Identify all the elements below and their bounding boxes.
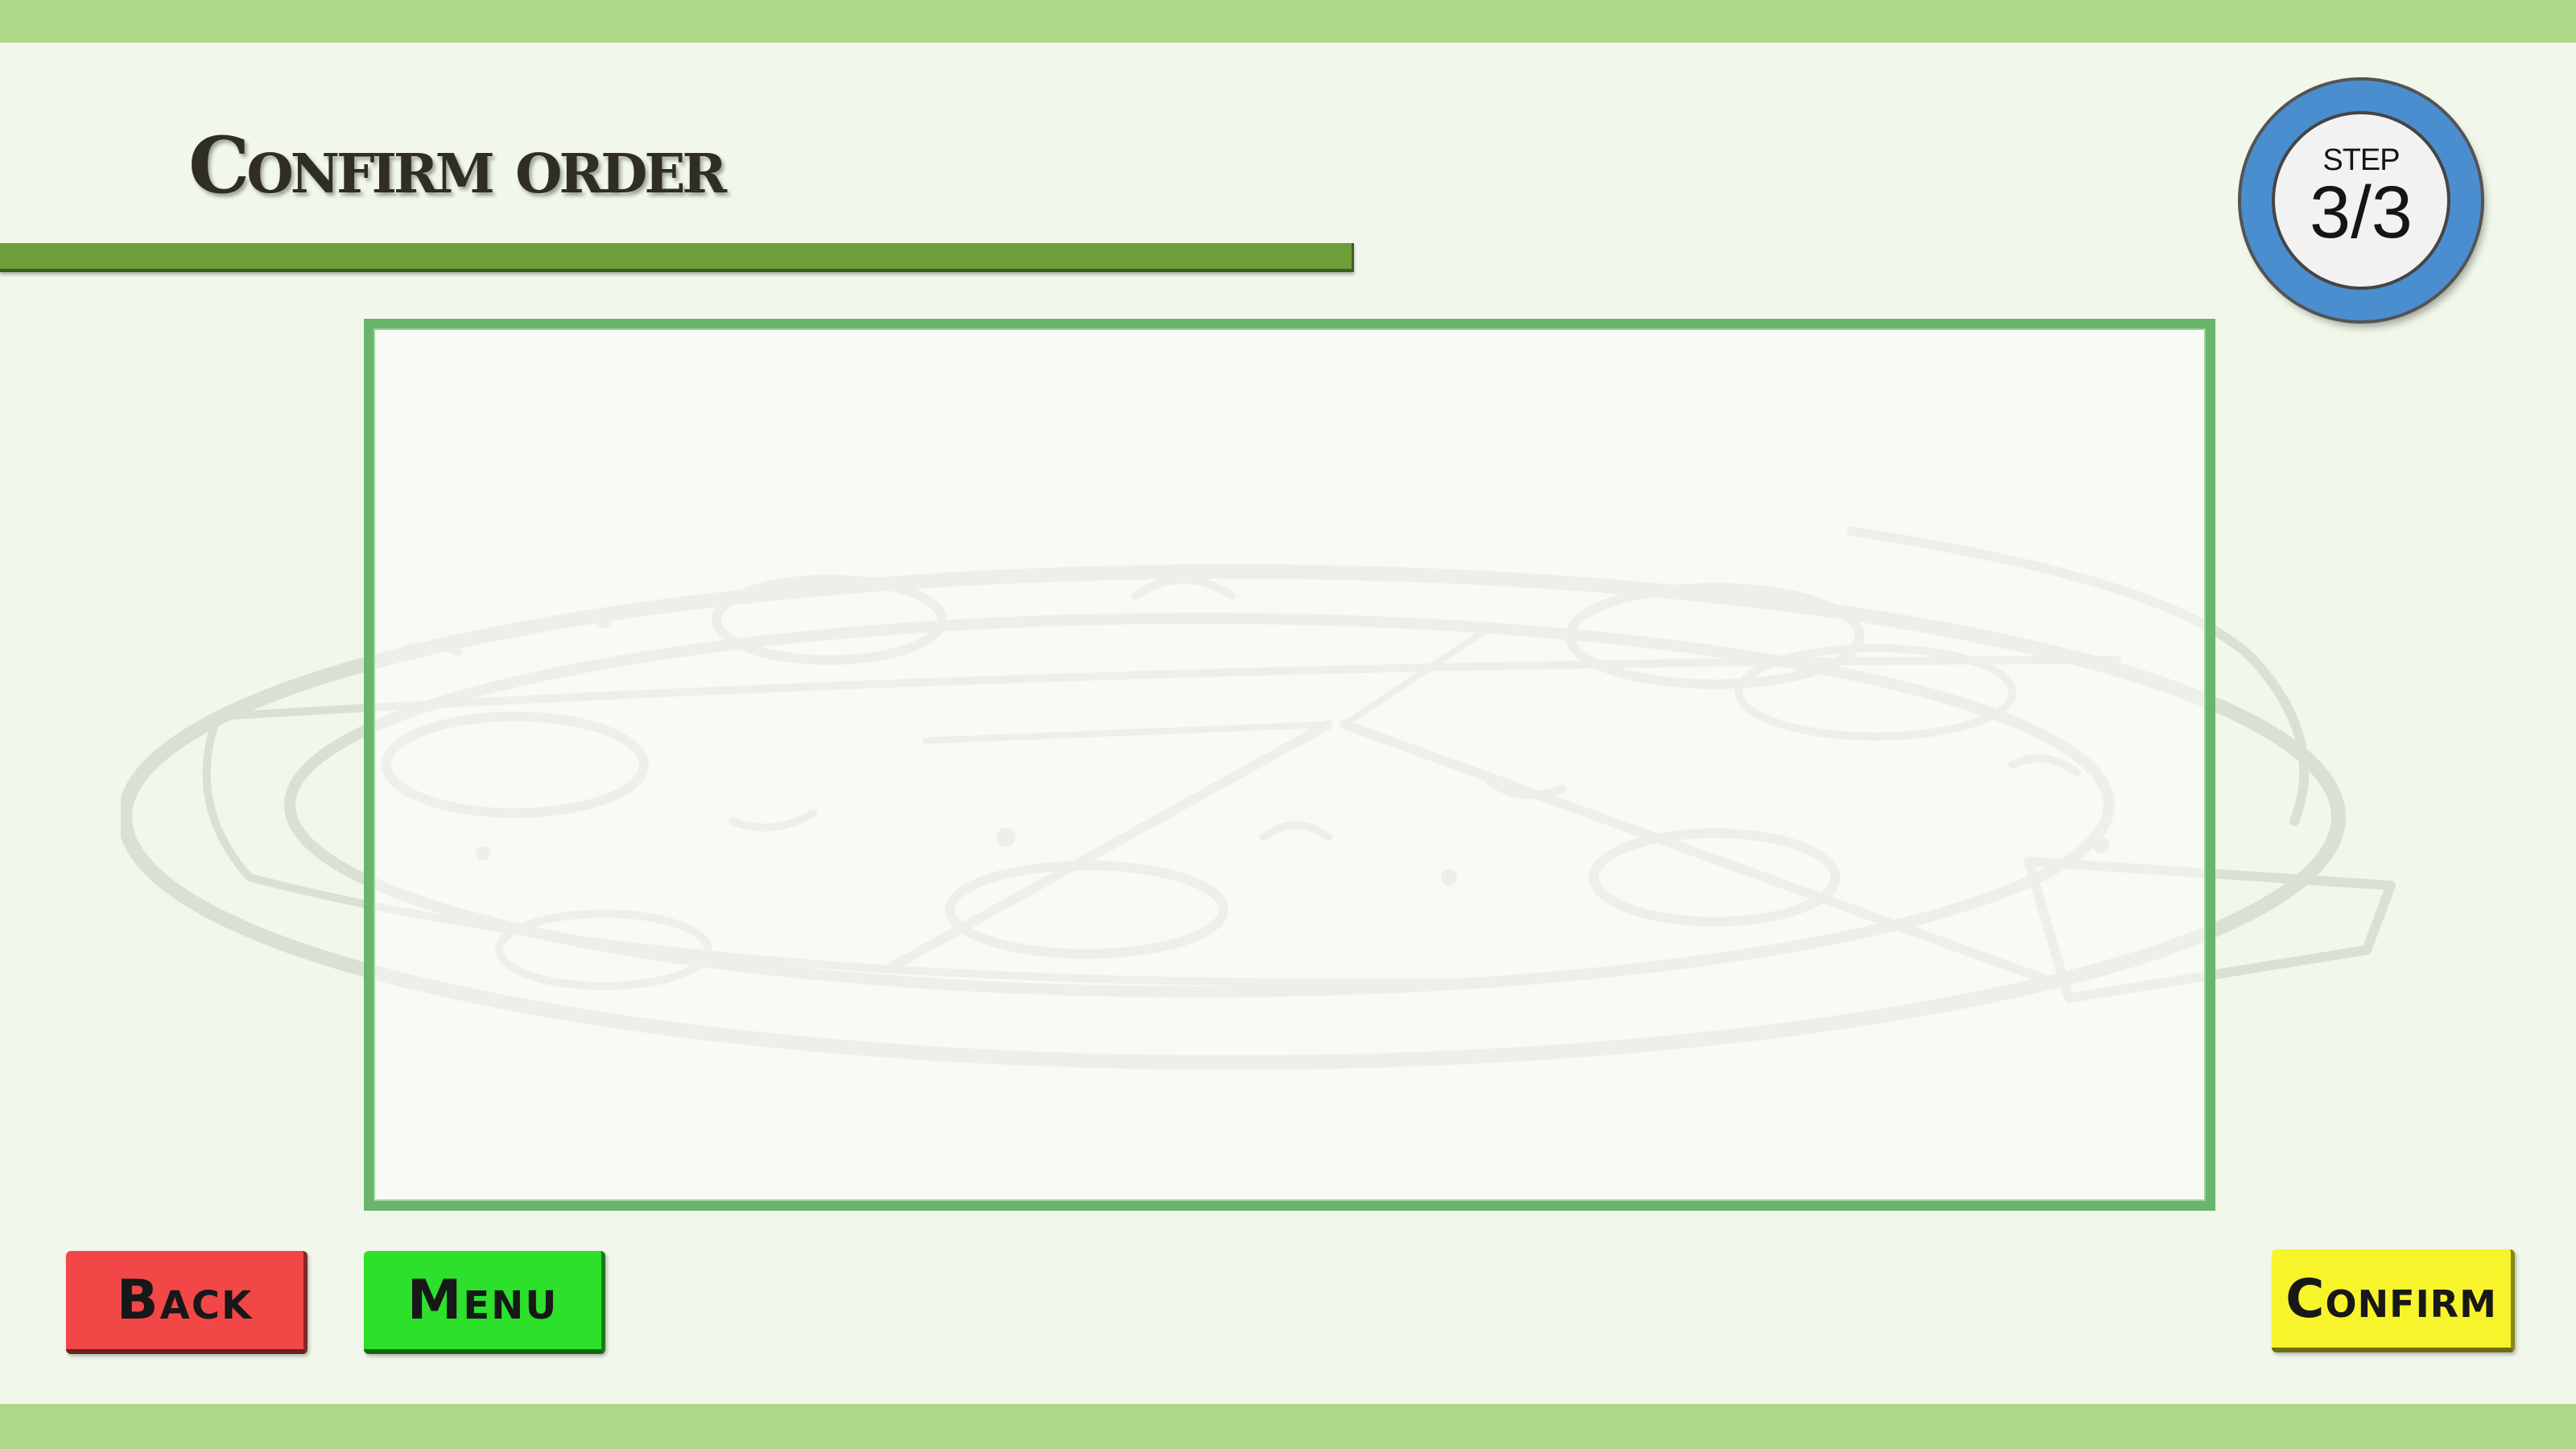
- top-bar: [0, 0, 2576, 43]
- step-indicator: STEP 3/3: [2241, 80, 2481, 320]
- step-indicator-face: STEP 3/3: [2272, 111, 2450, 290]
- title-underline: [0, 243, 1354, 272]
- confirm-button[interactable]: Confirm: [2272, 1249, 2515, 1352]
- order-summary-panel: [364, 319, 2215, 1211]
- page-title: Confirm order: [188, 120, 727, 211]
- back-button[interactable]: Back: [66, 1251, 308, 1354]
- menu-button[interactable]: Menu: [364, 1251, 605, 1354]
- bottom-bar: [0, 1404, 2576, 1449]
- step-value: 3/3: [2310, 171, 2413, 254]
